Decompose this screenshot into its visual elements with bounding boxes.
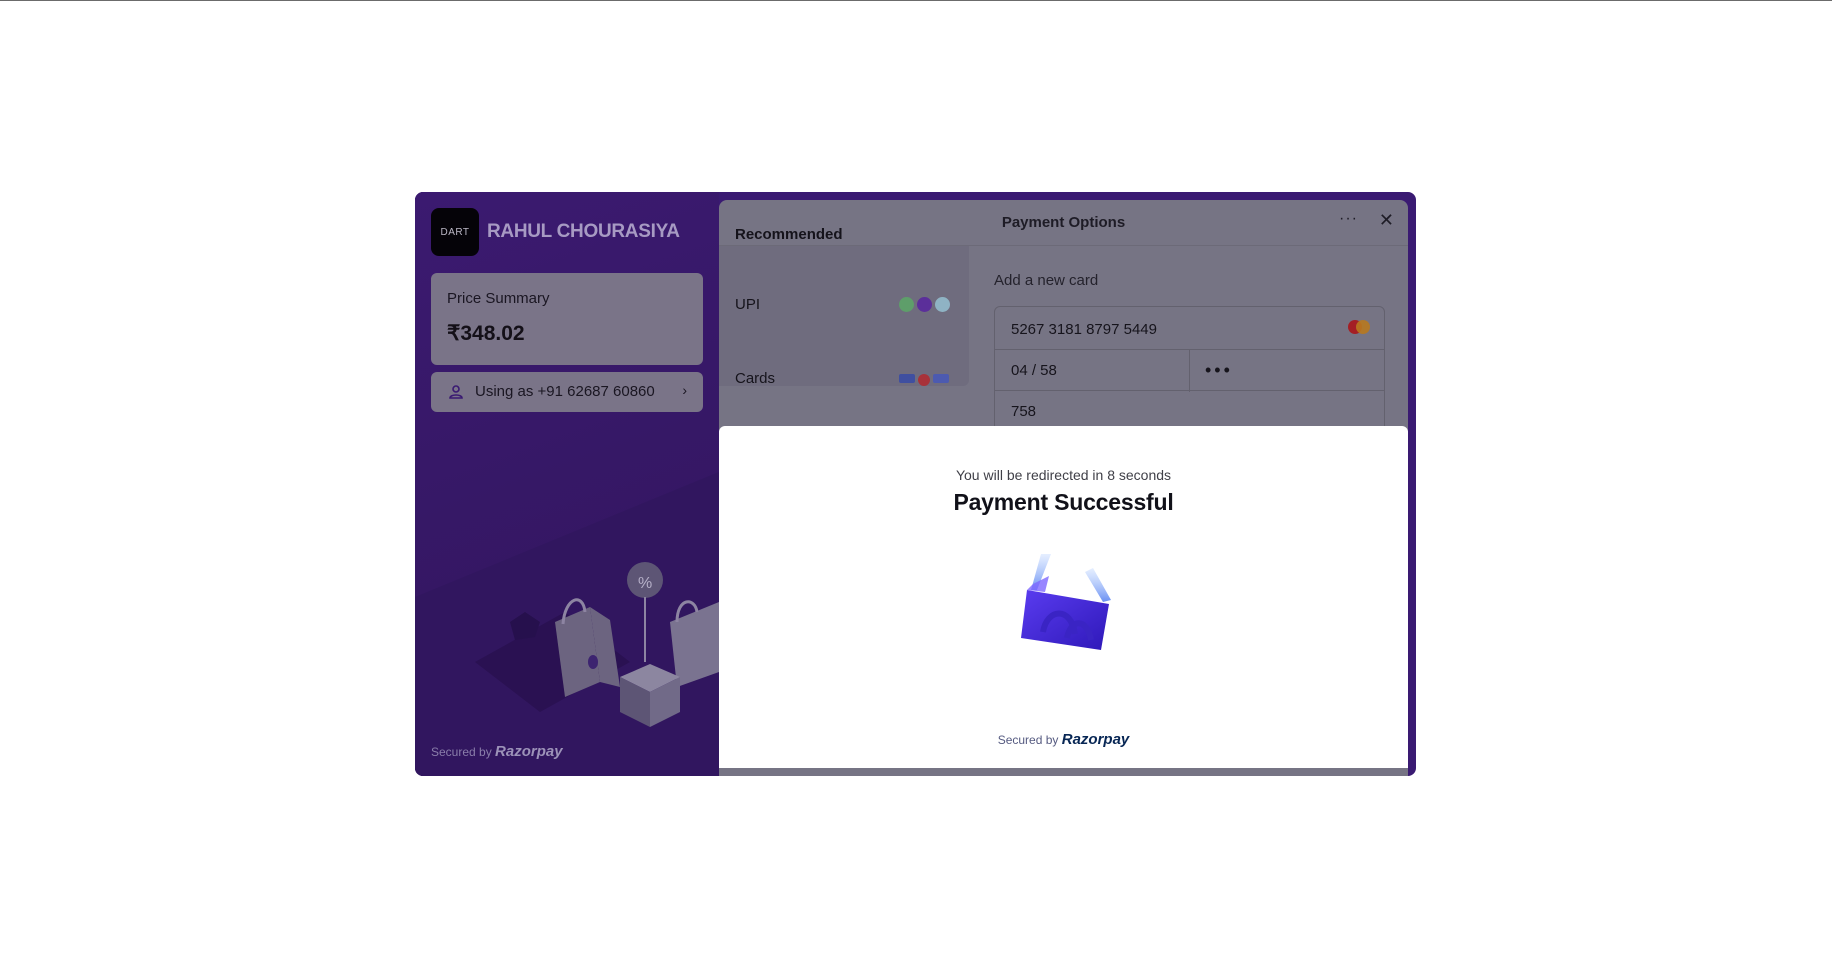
paytm-icon	[935, 297, 950, 312]
brand-panel: % DART RAHUL CHOURASIYA Price Summary ₹3…	[415, 192, 719, 776]
secured-by-footer-left: Secured by Razorpay	[431, 743, 563, 760]
mastercard-icon	[1348, 320, 1370, 334]
redirect-countdown-text: You will be redirected in 8 seconds	[955, 467, 1172, 483]
merchant-logo-text: DART	[440, 226, 470, 238]
secured-by-text: Secured by	[431, 745, 492, 759]
expiry-cvv-row: 04 / 58 •••	[995, 349, 1384, 392]
payment-success-sheet: You will be redirected in 8 seconds Paym…	[719, 426, 1408, 768]
card-holder-field[interactable]: 758	[1011, 403, 1036, 420]
price-summary-label: Price Summary	[447, 290, 550, 307]
more-dots-icon[interactable]: ···	[1339, 210, 1358, 228]
user-icon	[449, 385, 463, 399]
merchant-logo: DART	[431, 208, 479, 256]
card-network-icons	[899, 374, 949, 386]
add-new-card-heading: Add a new card	[994, 272, 1099, 289]
close-icon[interactable]: ✕	[1379, 210, 1394, 231]
contact-button[interactable]: Using as +91 62687 60860 ›	[431, 372, 703, 412]
merchant-name: RAHUL CHOURASIYA	[487, 221, 680, 242]
method-cards[interactable]: Cards	[735, 370, 775, 387]
razorpay-logo: Razorpay	[495, 743, 563, 760]
success-bag-icon	[1021, 554, 1111, 650]
success-title: Payment Successful	[953, 489, 1174, 515]
rupay-icon	[933, 374, 949, 383]
contact-text: Using as +91 62687 60860	[475, 383, 655, 400]
gpay-icon	[899, 297, 914, 312]
field-divider	[1189, 350, 1190, 392]
secured-by-footer: Secured by Razorpay	[719, 731, 1408, 748]
top-border-line	[0, 0, 1832, 1]
price-summary-card: Price Summary ₹348.02	[431, 273, 703, 365]
card-number-field[interactable]: 5267 3181 8797 5449	[1011, 321, 1157, 338]
cvv-field[interactable]: •••	[1205, 360, 1233, 381]
visa-icon	[899, 374, 915, 383]
price-amount: ₹348.02	[447, 322, 525, 345]
checkout-modal: % DART RAHUL CHOURASIYA Price Summary ₹3…	[415, 192, 1416, 776]
expiry-field[interactable]: 04 / 58	[1011, 362, 1057, 379]
card-form: 5267 3181 8797 5449 04 / 58 ••• 758	[994, 306, 1385, 432]
secured-by-text: Secured by	[997, 733, 1059, 747]
razorpay-logo: Razorpay	[1061, 731, 1130, 748]
upi-app-icons	[899, 297, 950, 312]
chevron-right-icon: ›	[682, 382, 687, 398]
method-recommended[interactable]: Recommended	[735, 226, 843, 243]
method-upi[interactable]: UPI	[735, 296, 760, 313]
phonepe-icon	[917, 297, 932, 312]
svg-text:%: %	[638, 575, 652, 592]
payment-methods-list	[719, 246, 969, 386]
mastercard-icon	[918, 374, 930, 386]
